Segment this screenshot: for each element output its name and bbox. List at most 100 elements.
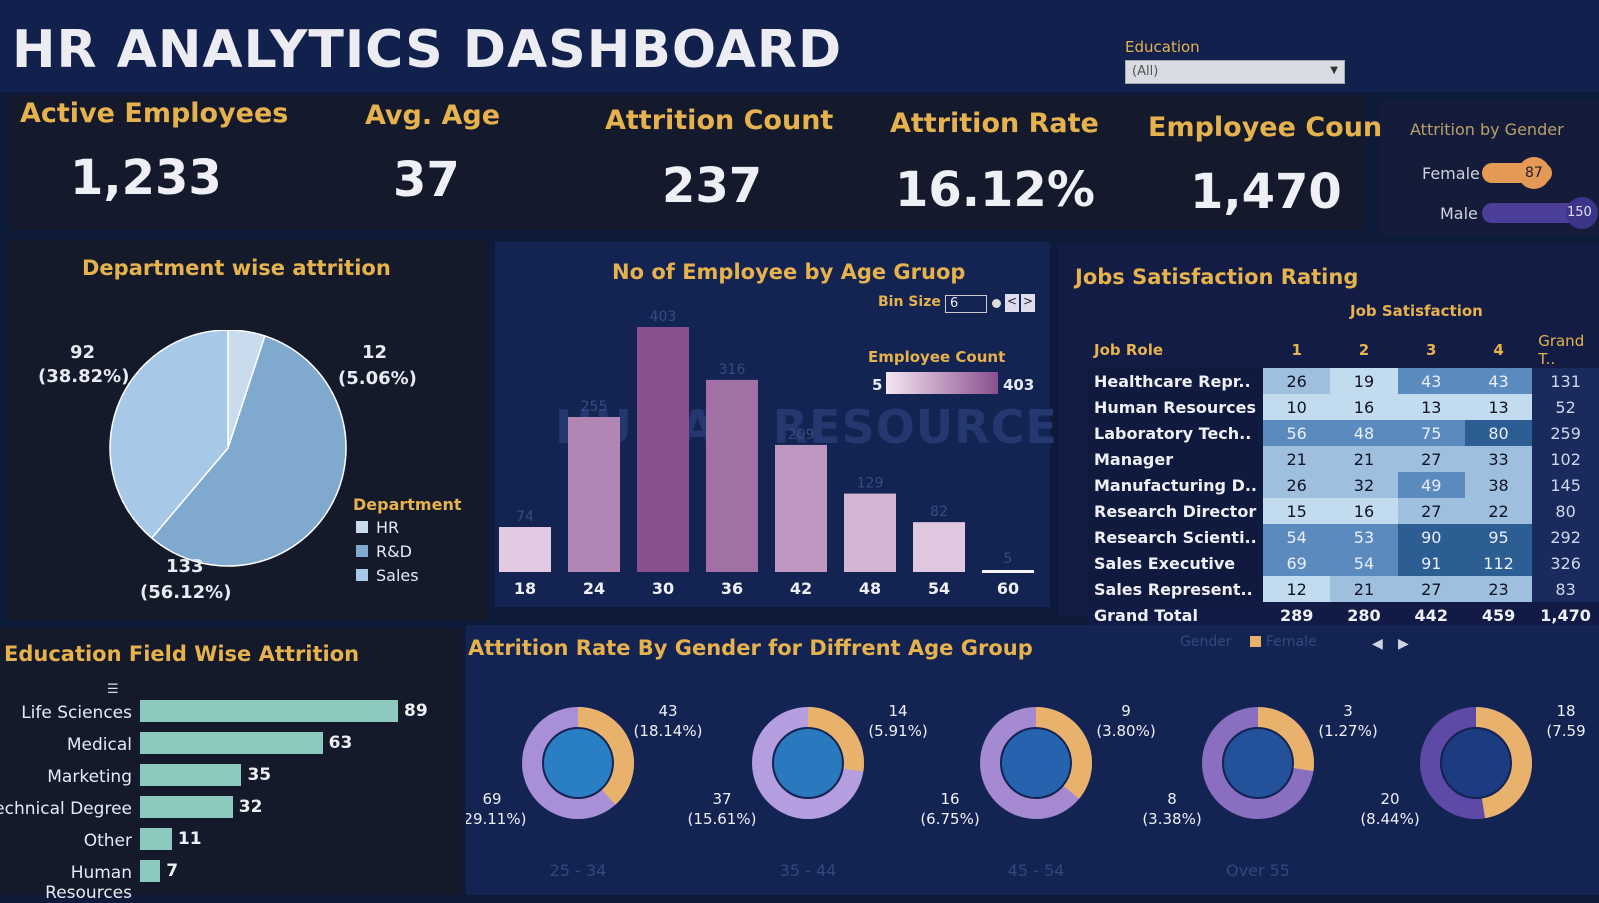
column-header[interactable]: Grand T.. bbox=[1532, 332, 1599, 368]
kpi-label-employee-count: Employee Count bbox=[1148, 112, 1396, 143]
age-bar[interactable] bbox=[913, 522, 965, 572]
satisfaction-cell: 27 bbox=[1397, 446, 1465, 472]
attrition-by-gender-title: Attrition by Gender bbox=[1410, 120, 1564, 139]
education-bar-label: Technical Degree bbox=[0, 799, 132, 819]
pie-label-rd-pct: (56.12%) bbox=[140, 582, 232, 603]
table-row[interactable]: Manager 21 21 27 33 102 bbox=[1088, 446, 1599, 472]
sort-icon[interactable]: ☰ bbox=[107, 682, 119, 697]
department-legend-title: Department bbox=[353, 495, 462, 514]
education-field-panel bbox=[0, 628, 462, 895]
age-tick-label: 36 bbox=[721, 579, 743, 598]
satisfaction-cell: 90 bbox=[1397, 524, 1465, 550]
education-bar-value: 32 bbox=[238, 797, 263, 817]
donut-female-value: 9 bbox=[1121, 702, 1131, 720]
grand-total-cell: 292 bbox=[1532, 524, 1599, 550]
satisfaction-cell: 43 bbox=[1464, 368, 1533, 394]
education-bar[interactable] bbox=[140, 764, 242, 786]
age-bar[interactable] bbox=[706, 379, 758, 572]
donut-center bbox=[1002, 729, 1070, 797]
age-bar[interactable] bbox=[499, 527, 551, 572]
column-header[interactable]: Job Role bbox=[1088, 332, 1263, 368]
age-tick-label: 18 bbox=[514, 579, 536, 598]
donut-male-value: 16 bbox=[940, 790, 959, 808]
table-row[interactable]: Healthcare Repr.. 26 19 43 43 131 bbox=[1088, 368, 1599, 394]
table-header-row: Job Role 1 2 3 4 Grand T.. bbox=[1088, 332, 1599, 368]
gender-value-male: 150 bbox=[1567, 205, 1592, 220]
age-bar-value-label: 74 bbox=[516, 509, 534, 525]
grand-total-cell: 102 bbox=[1532, 446, 1599, 472]
kpi-value-active-employees: 1,233 bbox=[70, 150, 222, 206]
donut-female-pct: (1.27%) bbox=[1318, 722, 1377, 740]
donut-age-group-label: 35 - 44 bbox=[780, 861, 837, 880]
education-bar[interactable] bbox=[140, 700, 398, 722]
job-role-cell: Manager bbox=[1088, 446, 1264, 472]
satisfaction-cell: 23 bbox=[1464, 576, 1533, 602]
column-header[interactable]: 3 bbox=[1398, 332, 1465, 368]
pie-label-rd-value: 133 bbox=[166, 556, 204, 577]
satisfaction-cell: 43 bbox=[1397, 368, 1465, 394]
satisfaction-cell: 12 bbox=[1263, 576, 1331, 602]
job-role-cell: Manufacturing D.. bbox=[1088, 472, 1264, 498]
table-row[interactable]: Laboratory Tech.. 56 48 75 80 259 bbox=[1088, 420, 1599, 446]
department-legend: HR R&D Sales bbox=[356, 518, 419, 590]
legend-next-icon[interactable]: ▶ bbox=[1398, 636, 1409, 652]
education-bar-label: Other bbox=[83, 831, 132, 851]
kpi-value-employee-count: 1,470 bbox=[1190, 164, 1342, 220]
education-bar-value: 35 bbox=[247, 765, 272, 785]
age-bar-value-label: 82 bbox=[930, 504, 948, 520]
education-bar[interactable] bbox=[140, 732, 323, 754]
table-row[interactable]: Research Director 15 16 27 22 80 bbox=[1088, 498, 1599, 524]
donut-age-group-label: 25 - 34 bbox=[550, 861, 607, 880]
satisfaction-cell: 27 bbox=[1397, 498, 1465, 524]
column-header[interactable]: 2 bbox=[1330, 332, 1397, 368]
donut-male-value: 20 bbox=[1380, 790, 1399, 808]
donut-female-pct: (5.91%) bbox=[868, 722, 927, 740]
gender-label-male: Male bbox=[1440, 204, 1478, 223]
grand-total-cell: 259 bbox=[1532, 420, 1599, 446]
job-role-cell: Research Scienti.. bbox=[1088, 524, 1264, 550]
table-row[interactable]: Research Scienti.. 54 53 90 95 292 bbox=[1088, 524, 1599, 550]
education-bar[interactable] bbox=[140, 860, 161, 882]
age-tick-label: 48 bbox=[859, 579, 881, 598]
education-filter-dropdown[interactable]: (All) ▼ bbox=[1125, 60, 1345, 84]
gender-label-female: Female bbox=[1422, 164, 1480, 183]
donut-female-pct: (3.80%) bbox=[1096, 722, 1155, 740]
table-row[interactable]: Sales Executive 69 54 91 112 326 bbox=[1088, 550, 1599, 576]
kpi-label-avg-age: Avg. Age bbox=[365, 100, 501, 131]
table-row[interactable]: Sales Represent.. 12 21 27 23 83 bbox=[1088, 576, 1599, 602]
donut-center bbox=[774, 729, 842, 797]
job-role-cell: Sales Represent.. bbox=[1088, 576, 1264, 602]
table-row[interactable]: Manufacturing D.. 26 32 49 38 145 bbox=[1088, 472, 1599, 498]
legend-prev-icon[interactable]: ◀ bbox=[1372, 636, 1383, 652]
education-bar[interactable] bbox=[140, 796, 233, 818]
kpi-label-attrition-count: Attrition Count bbox=[605, 105, 834, 136]
education-field-title: Education Field Wise Attrition bbox=[4, 642, 360, 666]
donut-male-pct: (15.61%) bbox=[688, 810, 757, 828]
donut-center bbox=[1224, 729, 1292, 797]
satisfaction-cell: 21 bbox=[1330, 576, 1398, 602]
department-pie-chart bbox=[109, 330, 347, 567]
age-bar-value-label: 316 bbox=[719, 362, 746, 378]
chevron-down-icon[interactable]: ▼ bbox=[1330, 65, 1338, 76]
column-header[interactable]: 4 bbox=[1465, 332, 1532, 368]
donut-male-pct: (29.11%) bbox=[466, 810, 526, 828]
age-bar[interactable] bbox=[637, 327, 689, 572]
grand-total-cell: 131 bbox=[1532, 368, 1599, 394]
satisfaction-cell: 16 bbox=[1330, 498, 1398, 524]
age-bar[interactable] bbox=[775, 444, 827, 572]
table-row[interactable]: Human Resources 10 16 13 13 52 bbox=[1088, 394, 1599, 420]
satisfaction-cell: 32 bbox=[1330, 472, 1398, 498]
satisfaction-cell: 38 bbox=[1464, 472, 1533, 498]
satisfaction-cell: 13 bbox=[1464, 394, 1533, 420]
satisfaction-cell: 48 bbox=[1330, 420, 1398, 446]
age-bar[interactable] bbox=[568, 416, 620, 572]
age-bar[interactable] bbox=[982, 570, 1034, 573]
satisfaction-cell: 13 bbox=[1397, 394, 1465, 420]
education-bar-label: Life Sciences bbox=[21, 703, 132, 723]
column-header[interactable]: 1 bbox=[1263, 332, 1330, 368]
dashboard-title: HR ANALYTICS DASHBOARD bbox=[12, 20, 843, 80]
age-bar[interactable] bbox=[844, 493, 896, 572]
education-bar[interactable] bbox=[140, 828, 172, 850]
age-group-bar-chart: 74 18 255 24 403 30 316 36 209 42 129 48 82 54 5 60 bbox=[499, 309, 1034, 598]
gender-value-female: 87 bbox=[1525, 165, 1543, 181]
